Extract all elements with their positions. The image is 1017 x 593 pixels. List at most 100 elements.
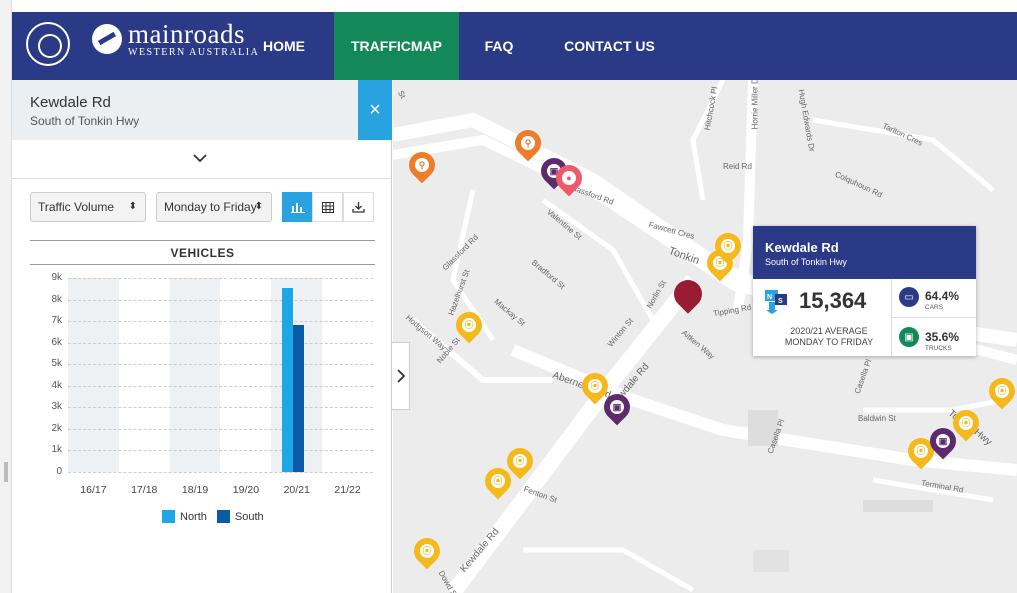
gridline	[68, 428, 373, 430]
chart-top-rule	[30, 240, 375, 241]
traffic-signal-icon: ⦿	[513, 454, 527, 468]
y-tick-label: 7k	[51, 315, 62, 327]
legend-label: North	[180, 510, 207, 523]
brand-name: mainroads	[128, 19, 245, 49]
x-tick-label: 21/22	[334, 484, 361, 496]
close-button[interactable]: ×	[358, 80, 392, 140]
mainroads-logo-icon[interactable]	[92, 24, 122, 54]
y-tick-label: 1k	[51, 444, 62, 456]
divider	[891, 317, 976, 318]
bar-north-20/21[interactable]	[281, 287, 293, 472]
popup-header: Kewdale Rd South of Tonkin Hwy	[753, 226, 976, 279]
gridline	[68, 450, 373, 452]
truck-icon: ▣	[936, 434, 950, 448]
chevron-down-icon[interactable]	[192, 150, 208, 166]
average-days-label: MONDAY TO FRIDAY	[784, 337, 874, 347]
top-nav-bar: mainroads WESTERN AUSTRALIA HOME TRAFFIC…	[12, 12, 1017, 80]
trucks-label: TRUCKS	[925, 345, 952, 352]
x-tick-label: 16/17	[80, 484, 107, 496]
street-label: Reid Rd	[723, 162, 752, 171]
traffic-signal-icon: ⦿	[462, 318, 476, 332]
nav-contact-us[interactable]: CONTACT US	[552, 12, 667, 80]
y-tick-label: 8k	[51, 293, 62, 305]
location-subtitle: South of Tonkin Hwy	[30, 114, 140, 128]
legend-item-north[interactable]: North	[162, 510, 207, 523]
x-tick-label: 17/18	[131, 484, 158, 496]
location-header: Kewdale Rd South of Tonkin Hwy	[12, 80, 358, 140]
chart-title-rule	[30, 264, 375, 265]
day-type-select-value: Monday to Friday	[164, 200, 257, 214]
brand-subtitle: WESTERN AUSTRALIA	[128, 47, 260, 58]
legend-swatch	[162, 510, 175, 523]
chart-title: VEHICLES	[170, 246, 235, 260]
traffic-signal-icon: ⦿	[959, 416, 973, 430]
cars-label: CARS	[925, 304, 944, 311]
traffic-signal-icon: ⦿	[995, 384, 1009, 398]
trucks-percent: 35.6%	[925, 330, 960, 344]
chart-band	[169, 278, 221, 472]
cars-percent: 64.4%	[925, 289, 960, 303]
y-tick-label: 2k	[51, 422, 62, 434]
bike-icon: ⚲	[415, 158, 429, 172]
truck-icon: ▣	[899, 327, 919, 347]
y-tick-label: 0	[56, 466, 62, 477]
divider	[12, 178, 392, 179]
traffic-signal-icon: ⦿	[721, 239, 735, 253]
site-details-panel: Kewdale Rd South of Tonkin Hwy × Traffic…	[12, 80, 392, 593]
chart-legend: North South	[162, 510, 274, 523]
collapse-panel-button[interactable]	[392, 342, 410, 410]
nav-home[interactable]: HOME	[248, 12, 320, 80]
government-of-wa-crest-icon[interactable]	[26, 22, 70, 66]
car-icon: ▭	[899, 287, 919, 307]
gridline	[68, 278, 373, 279]
app-frame: mainroads WESTERN AUSTRALIA HOME TRAFFIC…	[0, 0, 1017, 593]
day-type-select[interactable]: Monday to Friday ⬍	[156, 192, 272, 222]
popup-site-name: Kewdale Rd	[765, 240, 839, 255]
traffic-signal-icon: ⦿	[914, 444, 928, 458]
metric-select-value: Traffic Volume	[38, 200, 115, 214]
download-button[interactable]	[343, 192, 374, 222]
x-tick-label: 20/21	[283, 484, 310, 496]
street-label: Horrie Miller Dr	[750, 80, 760, 130]
north-south-icon: N S	[765, 290, 787, 314]
popup-site-sub: South of Tonkin Hwy	[765, 257, 847, 267]
y-tick-label: 3k	[51, 401, 62, 413]
traffic-signal-icon: ⦿	[420, 544, 434, 558]
svg-text:S: S	[778, 298, 783, 305]
brand[interactable]: mainroads WESTERN AUSTRALIA	[128, 20, 259, 58]
gridline	[68, 342, 373, 344]
legend-label: South	[234, 510, 264, 523]
y-tick-label: 4k	[51, 379, 62, 391]
y-tick-label: 5k	[51, 358, 62, 370]
download-icon	[352, 202, 365, 213]
gridline	[68, 472, 373, 473]
nav-trafficmap[interactable]: TRAFFICMAP	[334, 12, 459, 80]
x-tick-label: 18/19	[181, 484, 209, 496]
gridline	[68, 385, 373, 387]
table-view-button[interactable]	[312, 192, 343, 222]
nav-faq[interactable]: FAQ	[459, 12, 539, 80]
scroll-handle[interactable]	[4, 462, 8, 482]
x-tick-label: 19/20	[232, 484, 260, 496]
legend-item-south[interactable]: South	[216, 510, 264, 523]
bike-icon: ⚲	[521, 136, 535, 150]
gridline	[68, 299, 373, 301]
select-caret-icon: ⬍	[128, 201, 137, 212]
chart-band	[68, 278, 119, 472]
legend-swatch	[216, 510, 230, 523]
metric-select[interactable]: Traffic Volume ⬍	[30, 192, 146, 222]
street-label: Baldwin St	[858, 414, 896, 423]
gridline	[68, 364, 373, 366]
y-tick-label: 9k	[51, 272, 62, 283]
site-summary-popup[interactable]: Kewdale Rd South of Tonkin Hwy N S 15,36…	[753, 226, 976, 356]
select-caret-icon: ⬍	[254, 201, 263, 212]
chevron-right-icon	[396, 369, 405, 383]
chart-view-button[interactable]	[282, 192, 313, 222]
gridline	[68, 321, 373, 323]
y-tick-label: 6k	[51, 336, 62, 348]
bar-south-20/21[interactable]	[292, 325, 304, 472]
table-icon	[321, 201, 334, 213]
svg-text:N: N	[767, 294, 772, 301]
average-period-label: 2020/21 AVERAGE	[790, 326, 868, 336]
location-name: Kewdale Rd	[30, 94, 111, 111]
